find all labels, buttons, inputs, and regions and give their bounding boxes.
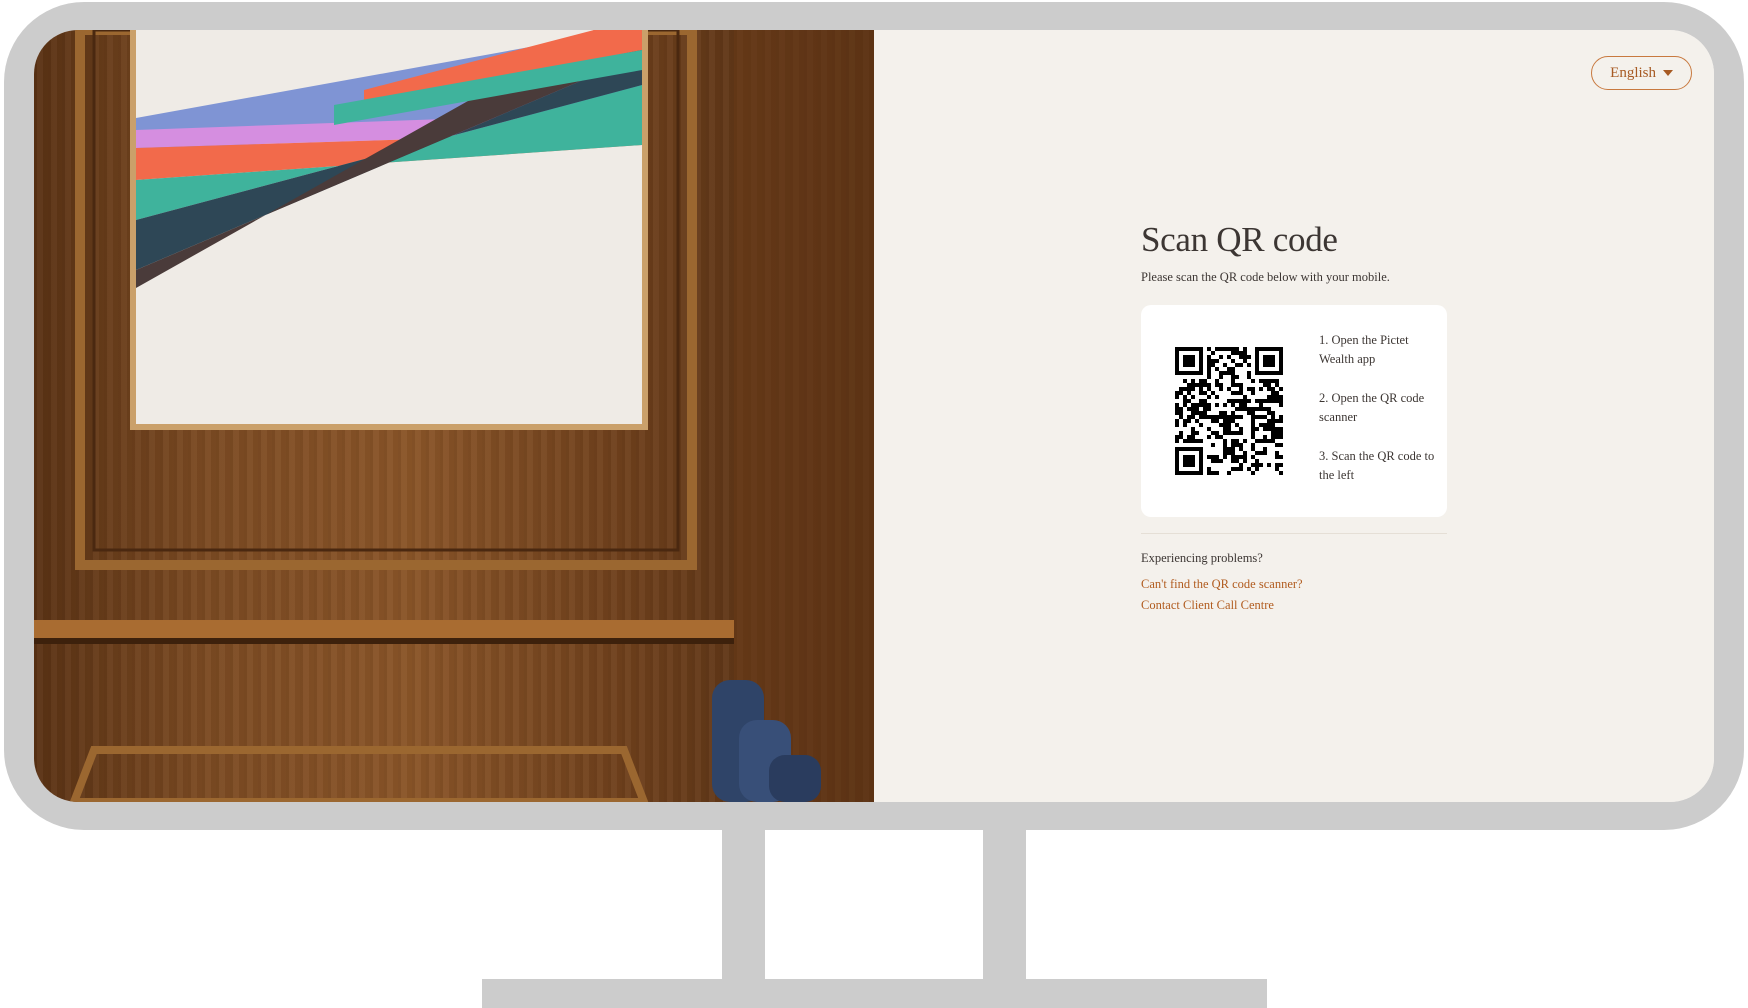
- scanner-help-link[interactable]: Can't find the QR code scanner?: [1141, 574, 1447, 595]
- screen: English Scan QR code Please scan the QR …: [34, 30, 1714, 802]
- qr-code-icon: [1175, 347, 1283, 475]
- qr-card: 1. Open the Pictet Wealth app 2. Open th…: [1141, 305, 1447, 517]
- language-label: English: [1610, 64, 1656, 81]
- instruction-step: 2. Open the QR code scanner: [1319, 391, 1425, 424]
- qr-section: Scan QR code Please scan the QR code bel…: [1141, 220, 1447, 616]
- caret-down-icon: [1663, 70, 1673, 76]
- monitor-stand-leg: [722, 828, 765, 980]
- hero-photo: [34, 30, 874, 802]
- monitor-stand-base: [482, 979, 1267, 1008]
- qr-login-panel: English Scan QR code Please scan the QR …: [874, 30, 1714, 802]
- instruction-list: 1. Open the Pictet Wealth app 2. Open th…: [1319, 331, 1437, 505]
- language-selector[interactable]: English: [1591, 56, 1692, 90]
- monitor-stand-leg: [983, 828, 1026, 980]
- page-title: Scan QR code: [1141, 220, 1338, 259]
- divider: [1141, 533, 1447, 534]
- monitor-frame: English Scan QR code Please scan the QR …: [4, 2, 1744, 830]
- hero-photo-illustration: [34, 30, 874, 802]
- instruction-step: 3. Scan the QR code to the left: [1319, 449, 1435, 482]
- contact-call-centre-link[interactable]: Contact Client Call Centre: [1141, 595, 1447, 616]
- page-subtitle: Please scan the QR code below with your …: [1141, 270, 1390, 284]
- instruction-step: 1. Open the Pictet Wealth app: [1319, 333, 1409, 366]
- problems-label: Experiencing problems?: [1141, 551, 1263, 565]
